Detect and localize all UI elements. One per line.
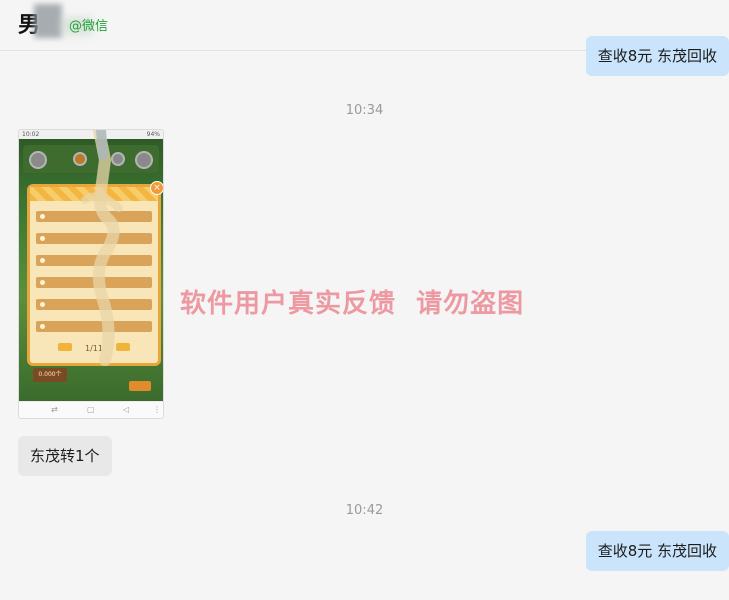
next-arrow-icon (116, 343, 130, 351)
coin-icon (135, 151, 153, 169)
coin-icon (111, 152, 125, 166)
message-text: 东茂转1个 (30, 447, 100, 465)
received-message-bubble[interactable]: 东茂转1个 (18, 436, 112, 476)
thumb-top-bar (23, 145, 159, 173)
thumb-date-line (30, 203, 158, 209)
thumb-date-line (30, 269, 158, 275)
thumb-sign: 0.000个 (33, 368, 67, 382)
thumb-record-row (36, 211, 152, 222)
thumb-status-bar: 10:02 94% (19, 130, 163, 139)
sent-message-bubble[interactable]: 查收8元 东茂回收 (585, 531, 729, 571)
thumb-record-dialog: × 1/11 (27, 181, 163, 366)
watermark-text: 软件用户真实反馈 请勿盗图 (180, 289, 525, 319)
thumb-date-line (30, 313, 158, 319)
thumb-game-screen: × 1/11 0.000个 (19, 139, 163, 401)
message-text: 查收8元 东茂回收 (597, 47, 717, 65)
name-redaction (34, 4, 62, 38)
close-icon: × (150, 181, 163, 195)
thumb-record-row (36, 255, 152, 266)
dialog-header (30, 187, 158, 201)
thumb-button (129, 381, 151, 391)
wechat-source-tag: @微信 (69, 19, 109, 34)
thumb-record-row (36, 233, 152, 244)
timestamp: 10:34 (345, 103, 384, 118)
thumb-date-line (30, 247, 158, 253)
thumb-record-row (36, 299, 152, 310)
square-icon: ▢ (87, 405, 95, 414)
coin-icon (73, 152, 87, 166)
sent-message-bubble[interactable]: 查收8元 东茂回收 (585, 36, 729, 76)
timestamp: 10:42 (345, 503, 384, 518)
thumb-date-line (30, 225, 158, 231)
more-icon: ⋮ (153, 405, 161, 414)
thumb-nav-bar: ⇄ ▢ ◁ ⋮ (19, 401, 163, 418)
message-text: 查收8元 东茂回收 (597, 542, 717, 560)
share-icon: ⇄ (51, 405, 58, 414)
image-message[interactable]: 10:02 94% × 1/11 0.000个 ⇄ ▢ ◁ ⋮ (18, 129, 164, 419)
thumb-record-row (36, 321, 152, 332)
thumb-pager: 1/11 (85, 344, 103, 353)
thumb-record-row (36, 277, 152, 288)
coin-icon (29, 151, 47, 169)
back-icon: ◁ (123, 405, 130, 414)
thumb-date-line (30, 291, 158, 297)
